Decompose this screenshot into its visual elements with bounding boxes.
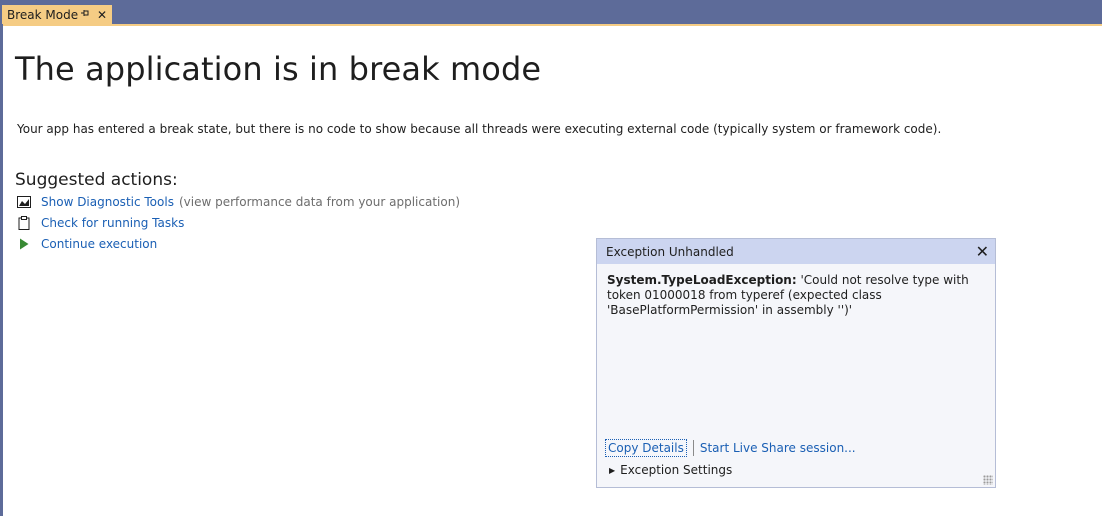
copy-details-link[interactable]: Copy Details [605, 439, 687, 457]
exception-settings-expander[interactable]: ▶ Exception Settings [609, 463, 732, 477]
show-diagnostic-tools-link[interactable]: Show Diagnostic Tools [41, 195, 174, 209]
clipboard-icon [16, 216, 32, 230]
play-icon [16, 237, 32, 251]
page-title: The application is in break mode [15, 50, 542, 88]
close-icon[interactable]: ✕ [96, 8, 108, 22]
show-diagnostic-tools-note: (view performance data from your applica… [178, 195, 461, 209]
exception-links: Copy Details Start Live Share session... [605, 439, 856, 457]
exception-popup-title: Exception Unhandled [606, 244, 734, 259]
suggested-actions-heading: Suggested actions: [15, 170, 178, 190]
action-check-running-tasks: Check for running Tasks [16, 214, 184, 232]
resize-grip-icon[interactable] [983, 475, 993, 485]
start-live-share-link[interactable]: Start Live Share session... [700, 441, 856, 455]
window-left-edge [0, 24, 3, 516]
exception-settings-label: Exception Settings [620, 463, 733, 477]
page-description: Your app has entered a break state, but … [17, 122, 942, 136]
close-icon[interactable]: ✕ [976, 243, 989, 260]
tab-label: Break Mode [7, 7, 79, 22]
exception-popup-header: Exception Unhandled ✕ [597, 239, 995, 264]
exception-type: System.TypeLoadException: [607, 273, 797, 287]
document-tab-strip: Break Mode ✕ [0, 0, 1102, 24]
tab-accent-line [0, 24, 1102, 26]
chart-icon [16, 195, 32, 209]
expand-triangle-icon: ▶ [609, 465, 616, 475]
exception-popup: Exception Unhandled ✕ System.TypeLoadExc… [596, 238, 996, 488]
check-running-tasks-link[interactable]: Check for running Tasks [41, 216, 184, 230]
link-separator [692, 440, 694, 456]
action-show-diagnostic-tools: Show Diagnostic Tools (view performance … [16, 193, 460, 211]
pin-icon[interactable] [78, 8, 92, 21]
continue-execution-link[interactable]: Continue execution [41, 237, 157, 251]
exception-message: System.TypeLoadException: 'Could not res… [607, 273, 977, 318]
tab-break-mode[interactable]: Break Mode ✕ [2, 5, 112, 24]
action-continue-execution: Continue execution [16, 235, 157, 253]
